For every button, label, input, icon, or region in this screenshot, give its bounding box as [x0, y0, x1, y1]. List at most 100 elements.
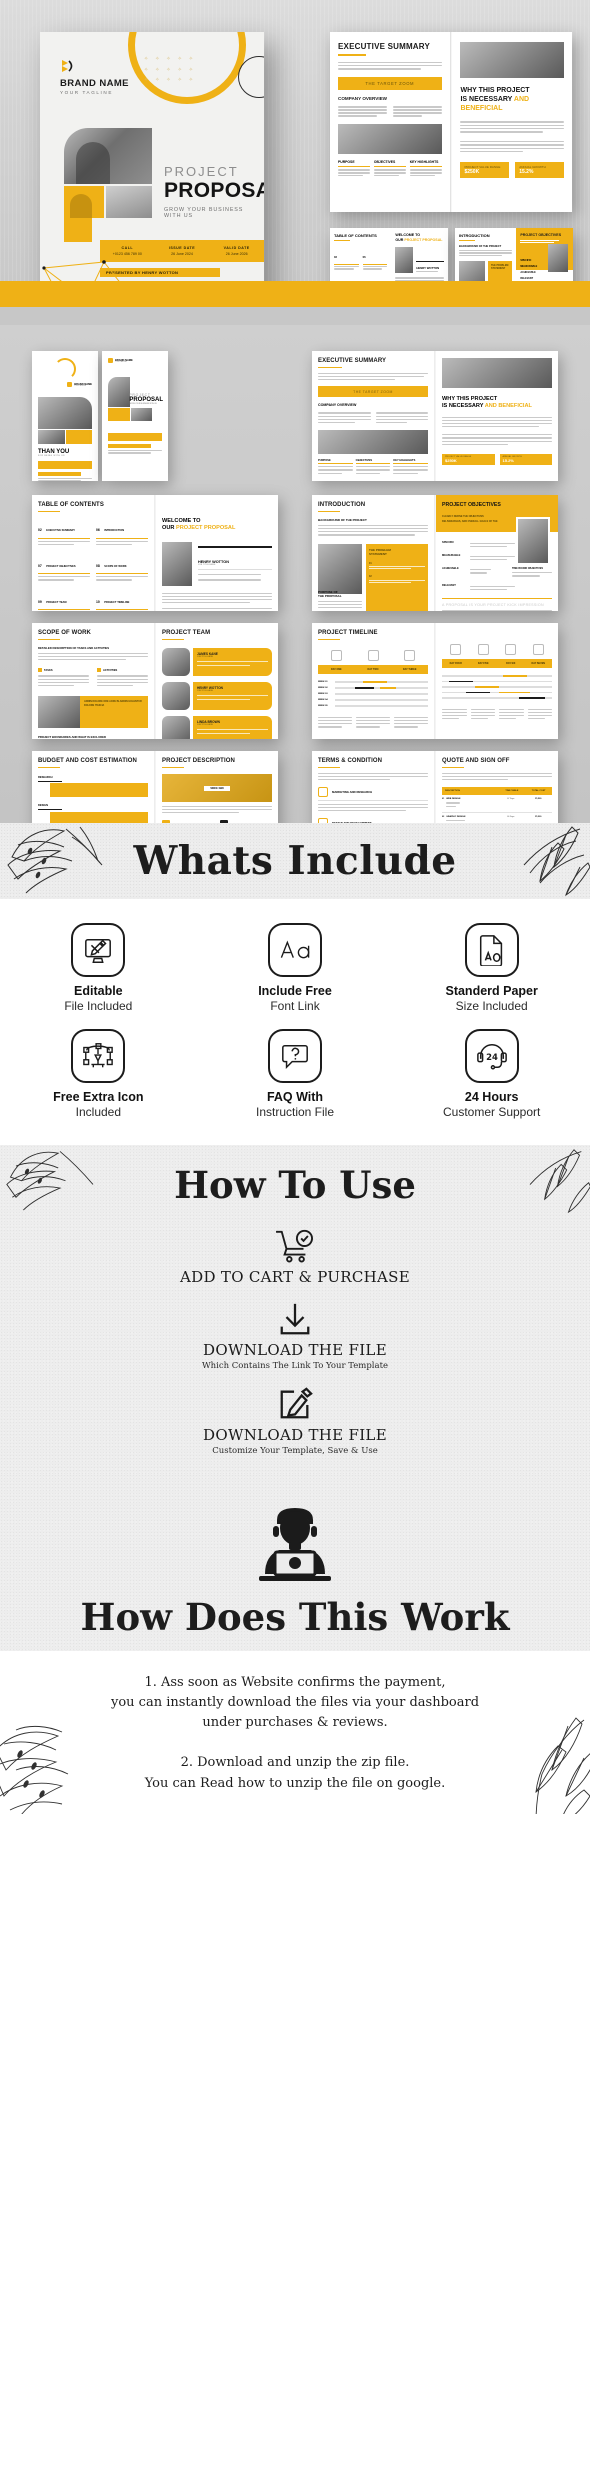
g-why-1: WHY THIS PROJECT — [442, 396, 498, 402]
leaf-decoration-right-icon — [523, 826, 590, 897]
brand-mark-icon — [60, 58, 76, 74]
feature-editable: Editable File Included — [0, 917, 197, 1023]
info-valid-date: VALID DATE 26 June 2026 — [209, 246, 264, 256]
budget-row: RESEARCH — [38, 776, 149, 798]
g-exec-title: EXECUTIVE SUMMARY — [318, 358, 387, 364]
g-why-2: IS NECESSARY — [442, 402, 484, 409]
features-section: Editable File Included Include Free Font… — [0, 899, 590, 1145]
feature-subtitle: Instruction File — [255, 1105, 335, 1119]
hero-why-line2: IS NECESSARY — [460, 95, 513, 103]
g-welcome-accent: PROJECT PROPOSAL — [176, 525, 236, 532]
hero-intro-title: INTRODUCTION — [459, 233, 490, 238]
step-sublabel: Which Contains The Link To Your Template — [201, 1361, 389, 1371]
how-to-use-step-1: ADD TO CART & PURCHASE — [0, 1227, 590, 1286]
timeline-row: WEEK 03 — [318, 693, 429, 695]
gallery-spread-introduction: INTRODUCTION BACKGROUND OF THE PROJECT T… — [312, 495, 558, 611]
team-member-row: JAMES KANE JOB TITLE HERE — [162, 648, 273, 677]
team-member-role: JOB TITLE HERE — [197, 690, 213, 693]
headset-24-icon: 24 — [464, 1029, 519, 1083]
outro-line-2: you can instantly download the files via… — [110, 1695, 480, 1711]
g-col-1: OBJECTIVES — [355, 458, 373, 462]
cart-check-icon — [0, 1227, 590, 1265]
hero-toc-title: TABLE OF CONTENTS — [334, 233, 377, 238]
dot-grid-decoration — [144, 57, 200, 89]
info-valid-value: 26 June 2026 — [225, 252, 248, 256]
toc-item: 10 PROJECT TIMELINE — [96, 590, 149, 611]
how-to-use-step-2: DOWNLOAD THE FILE Which Contains The Lin… — [0, 1300, 590, 1371]
g-terms-title: TERMS & CONDITION — [318, 758, 383, 764]
cover-title-small: PROJECT — [164, 164, 239, 179]
hero-mockup-section: BRAND NAME YOUR TAGLINE PROJECT PROPOSAL… — [0, 0, 590, 281]
hero-col-purpose: PURPOSE — [338, 160, 355, 165]
cover-photo-grid — [64, 128, 152, 218]
gallery-spread-executive-summary: EXECUTIVE SUMMARY THE TARGET ZOOM COMPAN… — [312, 351, 558, 481]
hero-objectives-title: PROJECT OBJECTIVES — [520, 233, 562, 237]
hero-company-overview: COMPANY OVERVIEW — [338, 95, 388, 101]
g-quote-title: QUOTE AND SIGN OFF — [442, 758, 510, 764]
tl-col-3: DAY FOUR — [449, 662, 462, 665]
g-exec-btn: THE TARGET ZOOM — [353, 389, 393, 394]
info-call-value: +0123 456 789 00 — [112, 252, 142, 256]
g-desc-title: PROJECT DESCRIPTION — [162, 758, 235, 764]
g-scope-footer: PROJECT BOUNDARIES AND WHAT IS EXCLUDED — [38, 734, 107, 739]
faq-question-bubble-icon — [268, 1029, 322, 1083]
quote-h0: DESCRIPTION — [445, 790, 460, 793]
feature-free-extra-icon: Free Extra Icon Included — [0, 1023, 197, 1129]
how-to-use-step-3: DOWNLOAD THE FILE Customize Your Templat… — [0, 1385, 590, 1456]
toc-item: 07 PROJECT OBJECTIVES — [38, 554, 90, 583]
outro-line-4: 2. Download and unzip the zip file. — [180, 1755, 410, 1771]
g-obj-r2: ACHIEVABLE — [442, 567, 459, 571]
hero-welcome-2: OUR — [395, 237, 404, 242]
cover-title-large: PROPOSAL — [164, 179, 264, 202]
paper-size-a0-icon — [464, 923, 519, 977]
g-welcome-2: OUR — [162, 525, 175, 532]
quote-h1: TIME TABLE — [505, 790, 519, 793]
gallery-spread-timeline: PROJECT TIMELINE DAY ONE DAY TWO DAY THR… — [312, 623, 558, 739]
g1-sub: FOR BEING WITH US — [38, 455, 65, 457]
g-obj-r3: RELEVANT — [442, 583, 456, 587]
feature-subtitle: Size Included — [455, 999, 528, 1013]
g-obj-side: TIME BOUND OBJECTIVES — [512, 567, 543, 571]
hero-obj-row-3: RELEVANT — [520, 276, 534, 280]
gray-divider-band — [0, 307, 590, 325]
g-objectives-title: PROJECT OBJECTIVES — [442, 502, 501, 508]
feature-faq: FAQ With Instruction File — [197, 1023, 394, 1129]
feature-24-hours-support: 24 24 Hours Customer Support — [393, 1023, 590, 1129]
hero-exec-title: EXECUTIVE SUMMARY — [338, 42, 431, 51]
gallery-spread-scope-team: SCOPE OF WORK DETAILED DESCRIPTION OF TA… — [32, 623, 278, 739]
g-intro-title: INTRODUCTION — [318, 502, 366, 508]
info-valid-label: VALID DATE — [223, 246, 250, 250]
hero-col-objectives: OBJECTIVES — [373, 160, 396, 165]
g-scope-col2: ACTIVITIES — [103, 668, 118, 672]
feature-include-free-font: Include Free Font Link — [197, 917, 394, 1023]
whats-include-banner: Whats Include — [0, 823, 590, 899]
feature-title: Standerd Paper — [445, 984, 538, 998]
toc-item: 06 INTRODUCTION — [96, 518, 149, 547]
gallery-page-thank-you: BRAND NAME YOUR TAGLINE THAN YOU FOR BEI… — [32, 351, 98, 481]
step-label: DOWNLOAD THE FILE — [203, 1341, 387, 1359]
team-member-row: HENRY WOTTON JOB TITLE HERE — [162, 682, 273, 711]
g-why-accent: AND BENEFICIAL — [484, 402, 532, 409]
toc-item: 02 EXECUTIVE SUMMARY — [38, 518, 90, 547]
hero-welcome-name: HENRY WOTTON — [416, 265, 440, 270]
terms-item: MARKETING AND RESEARCH — [318, 787, 429, 812]
font-aa-icon — [268, 923, 322, 977]
brand-logo-block: BRAND NAME YOUR TAGLINE — [60, 58, 129, 95]
g-problem-2: STATEMENT — [369, 551, 387, 556]
yellow-divider-band — [0, 281, 590, 307]
g-desc-badge: SINCE 1996 — [204, 785, 230, 791]
spread-gallery-section: BRAND NAME YOUR TAGLINE THAN YOU FOR BEI… — [0, 325, 590, 863]
tl-col-4: DAY FIVE — [477, 662, 489, 665]
features-row-2: Free Extra Icon Included FAQ With Instru… — [0, 1023, 590, 1129]
hero-welcome-accent: PROJECT PROPOSAL — [404, 237, 443, 242]
g-scope-title: SCOPE OF WORK — [38, 630, 91, 636]
hero-stat1-value: $250K — [464, 169, 480, 176]
feature-title: Free Extra Icon — [53, 1090, 144, 1104]
floral-decoration-left-icon — [7, 826, 103, 894]
cover-info-bar: CALL +0123 456 789 00 ISSUE DATE 26 June… — [100, 240, 264, 262]
cover-page-mockup: BRAND NAME YOUR TAGLINE PROJECT PROPOSAL… — [40, 32, 264, 281]
g-budget-title: BUDGET AND COST ESTIMATION — [38, 758, 137, 764]
cover-title-block: PROJECT PROPOSAL GROW YOUR BUSINESS WITH… — [164, 164, 264, 219]
g-stat1-value: $250K — [445, 457, 457, 463]
vector-pen-node-icon — [71, 1029, 126, 1083]
